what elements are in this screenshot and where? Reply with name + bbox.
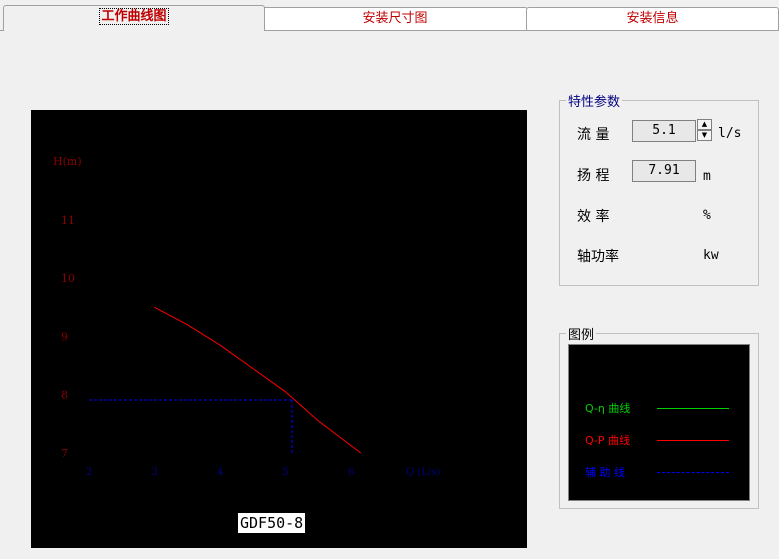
- parameters-group: 特性参数 流 量 5.1 ▲ ▼ l/s 扬 程 7.91 m 效 率 % 轴功…: [559, 91, 759, 286]
- spin-up-icon[interactable]: ▲: [697, 119, 712, 130]
- tab-install-dimensions[interactable]: 安装尺寸图: [262, 7, 528, 30]
- efficiency-label: 效 率: [577, 209, 610, 225]
- y-axis-label: H(m): [53, 155, 82, 168]
- legend-q-p-label: Q-P 曲线: [585, 434, 631, 447]
- head-label: 扬 程: [577, 168, 610, 184]
- shaft-power-label: 轴功率: [577, 249, 619, 265]
- model-label: GDF50-8: [238, 513, 306, 533]
- y-tick-label: 7: [61, 447, 68, 460]
- y-tick-label: 9: [61, 330, 68, 343]
- shaft-power-unit: kw: [703, 248, 719, 263]
- x-tick-label: 6: [348, 467, 354, 478]
- y-tick-label: 8: [61, 389, 68, 402]
- flow-spinner[interactable]: ▲ ▼: [697, 119, 712, 142]
- efficiency-unit: %: [703, 208, 711, 223]
- parameters-title: 特性参数: [566, 91, 623, 110]
- x-tick-label: 3: [152, 467, 158, 478]
- x-tick-label: 5: [283, 467, 289, 478]
- y-tick-label: 10: [61, 272, 75, 285]
- chart-canvas: H(m) Q (L/s) 7 8 9 10 11 2 3 4 5 6: [53, 155, 440, 478]
- head-field: 7.91: [632, 160, 696, 182]
- tab-working-curve[interactable]: 工作曲线图: [3, 5, 265, 31]
- x-axis-label: Q (L/s): [406, 467, 440, 478]
- y-tick-label: 11: [61, 214, 75, 227]
- flow-input[interactable]: 5.1: [632, 120, 696, 142]
- tab-working-curve-label: 工作曲线图: [99, 8, 169, 25]
- legend-q-eta-label: Q-η 曲线: [585, 402, 631, 415]
- tab-bar: 安装尺寸图 安装信息 工作曲线图: [0, 0, 779, 31]
- legend-box: Q-η 曲线 Q-P 曲线 辅 助 线: [568, 344, 750, 501]
- legend-guide-line: [657, 472, 729, 473]
- legend-title: 图例: [566, 324, 597, 343]
- flow-unit: l/s: [718, 126, 742, 141]
- legend-guide-label: 辅 助 线: [585, 466, 625, 479]
- spin-down-icon[interactable]: ▼: [697, 130, 712, 141]
- q-p-curve: [154, 306, 362, 454]
- legend-q-eta-line: [657, 408, 729, 409]
- x-tick-label: 2: [86, 467, 92, 478]
- legend-group: 图例 Q-η 曲线 Q-P 曲线 辅 助 线: [559, 324, 759, 509]
- x-tick-label: 4: [217, 467, 223, 478]
- performance-chart: H(m) Q (L/s) 7 8 9 10 11 2 3 4 5 6 GDF50-8: [31, 110, 527, 548]
- legend-q-p-line: [657, 440, 729, 441]
- flow-label: 流 量: [577, 127, 610, 143]
- head-unit: m: [703, 169, 711, 184]
- tab-install-info[interactable]: 安装信息: [526, 7, 779, 30]
